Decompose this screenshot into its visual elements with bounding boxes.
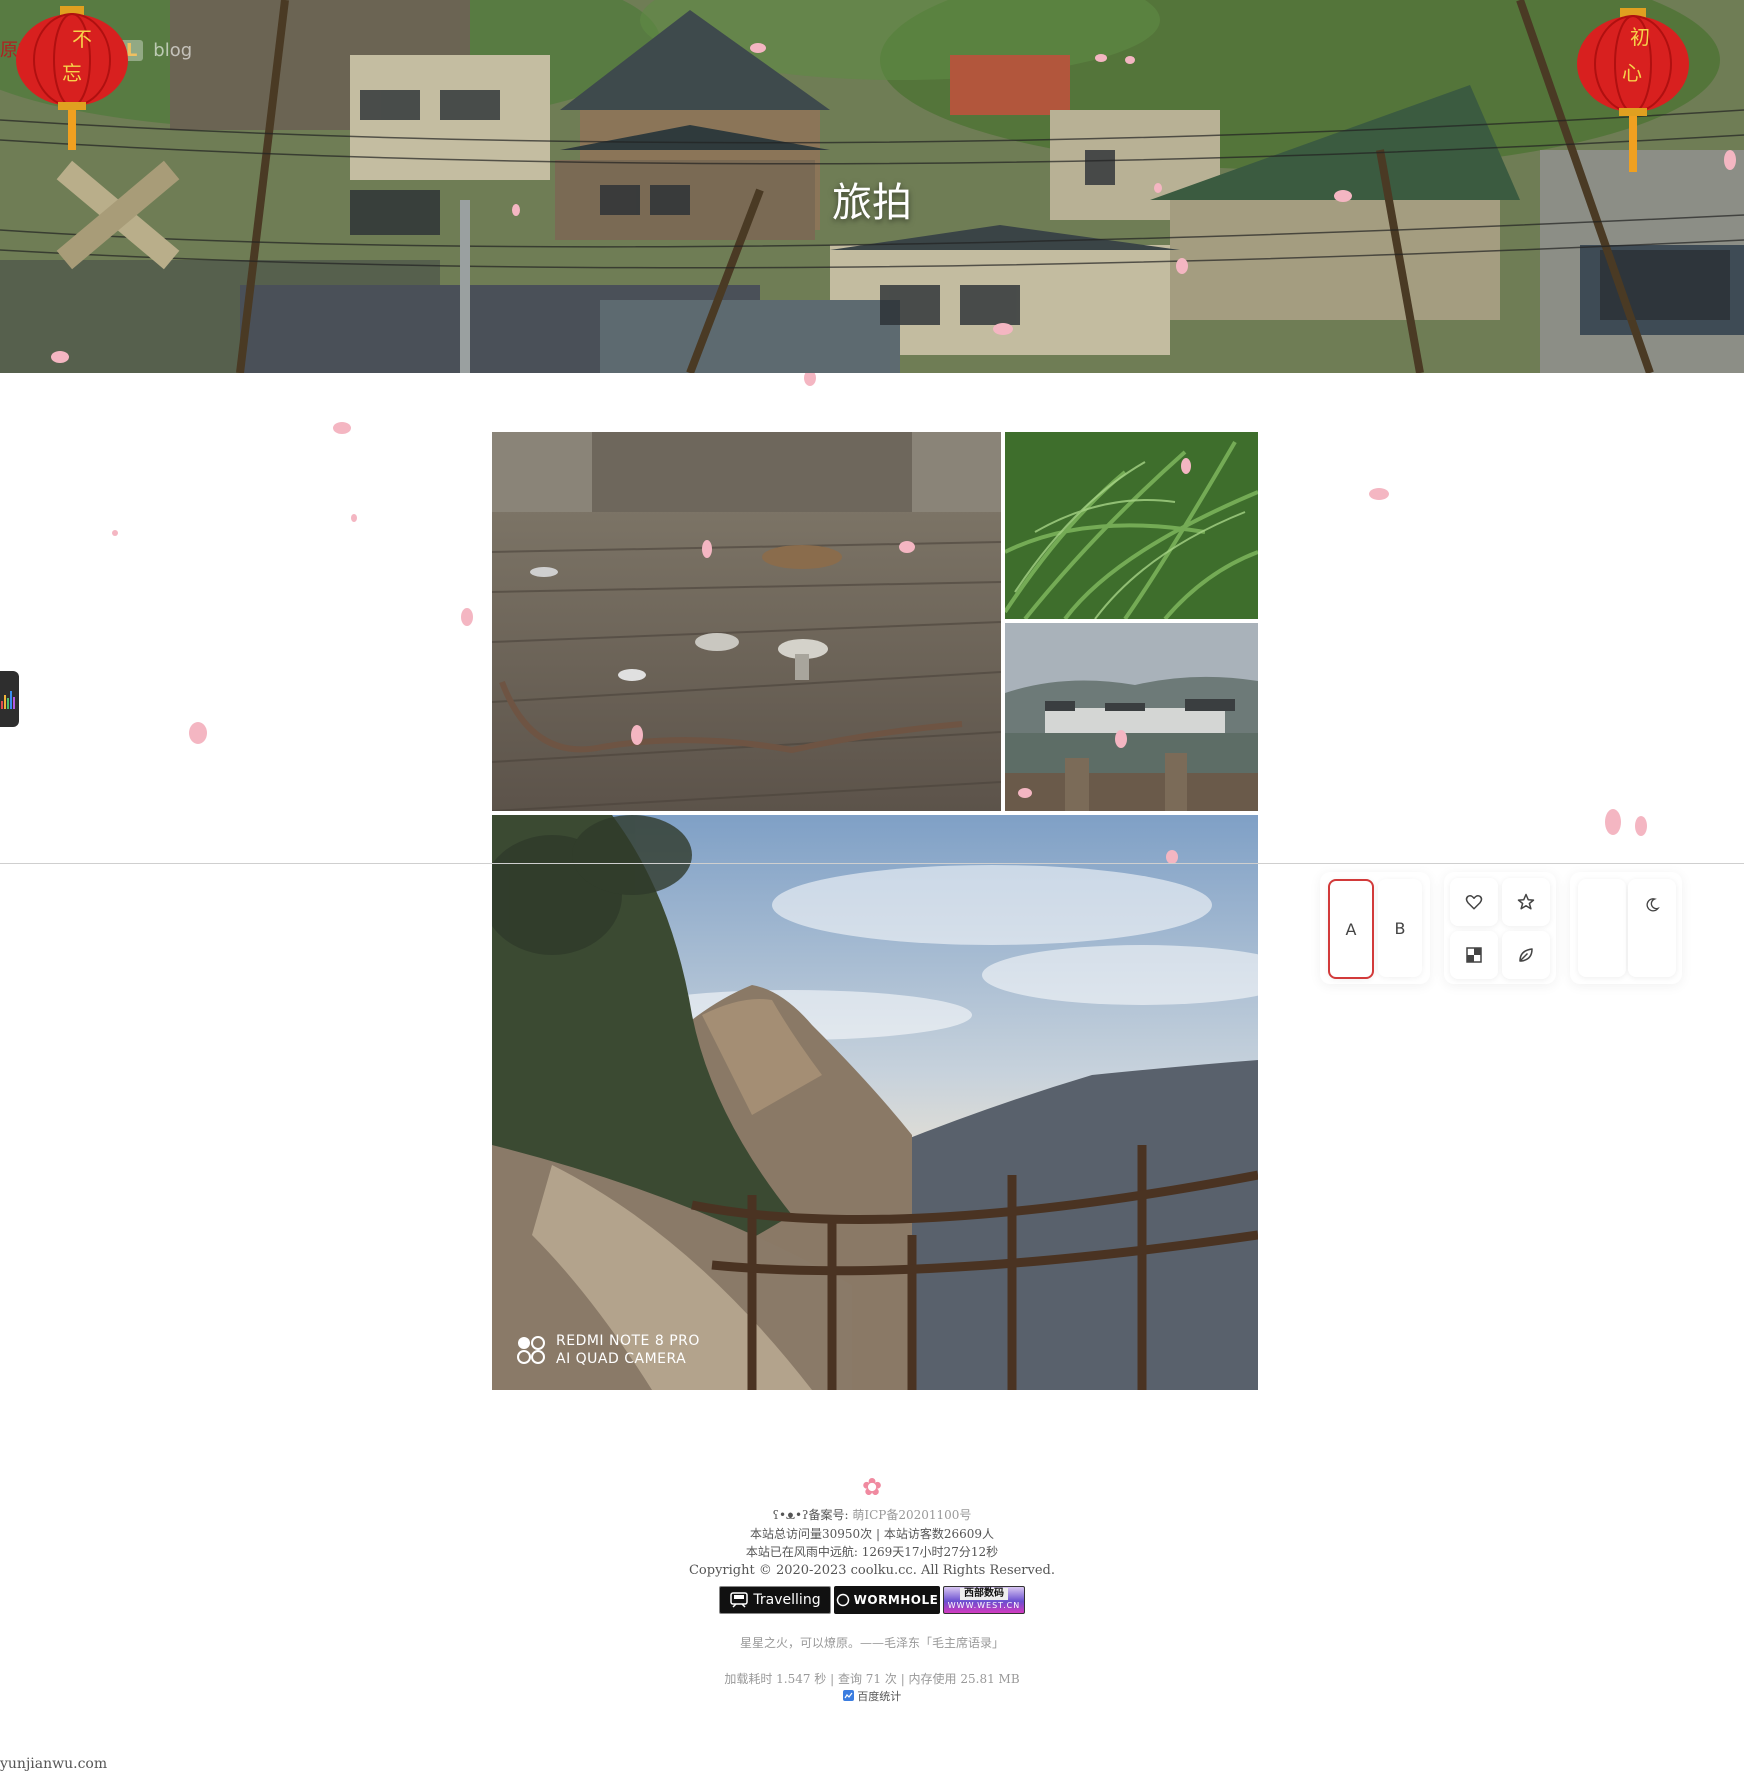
wormhole-badge[interactable]: WORMHOLE — [834, 1586, 940, 1614]
train-icon — [730, 1592, 749, 1608]
photo-grass[interactable] — [1005, 432, 1258, 619]
visit-stats: 本站总访问量30950次 | 本站访客数26609人 — [749, 1526, 995, 1541]
icp-link[interactable]: 萌ICP备20201100号 — [852, 1508, 971, 1522]
page: 原文歌词COOLblog 不 忘 初 心 旅拍 — [0, 0, 1744, 1775]
site-blog-label: blog — [153, 40, 193, 61]
heart-icon — [1465, 895, 1483, 910]
like-button[interactable] — [1450, 878, 1498, 926]
photo-mountain-trail[interactable]: REDMI NOTE 8 PRO AI QUAD CAMERA — [492, 815, 1258, 1390]
lantern-left-char-1: 不 — [72, 27, 92, 51]
dark-mode-button[interactable] — [1628, 879, 1676, 977]
page-title: 旅拍 — [832, 180, 912, 226]
music-player-tab[interactable] — [0, 671, 19, 727]
lantern-right-char-2: 心 — [1622, 61, 1642, 85]
wormhole-icon — [836, 1593, 849, 1607]
photo-wooden-deck[interactable] — [492, 432, 1001, 811]
camera-logo-icon — [517, 1336, 545, 1364]
lantern-left-char-2: 忘 — [62, 61, 82, 85]
divider-line — [0, 863, 1744, 864]
footer-badges: Travelling WORMHOLE 西部数码 WWW.WEST.CN — [0, 1586, 1744, 1616]
star-icon — [1517, 893, 1535, 910]
icp-line: ʕ•ᴥ•ʔ备案号: 萌ICP备20201100号 — [0, 1506, 1744, 1525]
quote: 星星之火，可以燎原。——毛泽东「毛主席语录」 — [739, 1636, 1004, 1650]
watermark-line-2: AI QUAD CAMERA — [556, 1351, 687, 1367]
domain-watermark: yunjianwu.com — [0, 1756, 108, 1772]
camera-watermark: REDMI NOTE 8 PRO AI QUAD CAMERA — [516, 1332, 700, 1368]
site-footer: ✿ ʕ•ᴥ•ʔ备案号: 萌ICP备20201100号 本站总访问量30950次 … — [0, 1472, 1744, 1707]
icp-prefix: ʕ•ᴥ•ʔ备案号: — [772, 1508, 853, 1522]
travelling-badge[interactable]: Travelling — [719, 1586, 831, 1614]
grayscale-button[interactable] — [1450, 931, 1498, 979]
equalizer-icon — [1, 691, 15, 709]
baidu-chart-icon — [842, 1690, 854, 1701]
font-a-button[interactable]: A — [1328, 879, 1374, 979]
west-cn-title: 西部数码 — [960, 1588, 1008, 1600]
lantern-right-char-1: 初 — [1630, 25, 1650, 49]
mode-panel — [1570, 872, 1682, 984]
moon-icon — [1646, 898, 1660, 912]
west-cn-url: WWW.WEST.CN — [947, 1601, 1021, 1610]
font-b-button[interactable]: B — [1378, 879, 1422, 977]
lantern-left-icon: 不 忘 — [16, 6, 128, 150]
baidu-stats-link[interactable]: 百度统计 — [0, 1688, 1744, 1707]
checker-icon — [1466, 947, 1482, 963]
baidu-stats-label: 百度统计 — [857, 1690, 902, 1703]
wormhole-label: WORMHOLE — [853, 1593, 939, 1607]
font-switch-panel: A B — [1320, 872, 1430, 984]
photo-gallery: REDMI NOTE 8 PRO AI QUAD CAMERA — [492, 432, 1258, 1390]
uptime-counter: 本站已在风雨中远航: 1269天17小时27分12秒 — [745, 1545, 999, 1559]
favorite-button[interactable] — [1502, 878, 1550, 926]
west-cn-badge[interactable]: 西部数码 WWW.WEST.CN — [943, 1586, 1025, 1614]
watermark-line-1: REDMI NOTE 8 PRO — [556, 1333, 700, 1349]
lantern-right-icon: 初 心 — [1577, 8, 1689, 172]
action-icons-panel — [1444, 872, 1556, 984]
copyright: Copyright © 2020-2023 coolku.cc. All Rig… — [688, 1562, 1056, 1578]
travelling-label: Travelling — [753, 1592, 821, 1608]
photo-lakeside-village[interactable] — [1005, 623, 1258, 811]
load-stats: 加载耗时 1.547 秒 | 查询 71 次 | 内存使用 25.81 MB — [724, 1671, 1020, 1686]
hero-banner: 原文歌词COOLblog 不 忘 初 心 旅拍 — [0, 0, 1744, 373]
blank-toggle[interactable] — [1578, 879, 1626, 977]
petal-toggle-button[interactable] — [1502, 931, 1550, 979]
leaf-icon — [1519, 948, 1533, 962]
flower-icon: ✿ — [861, 1473, 883, 1501]
